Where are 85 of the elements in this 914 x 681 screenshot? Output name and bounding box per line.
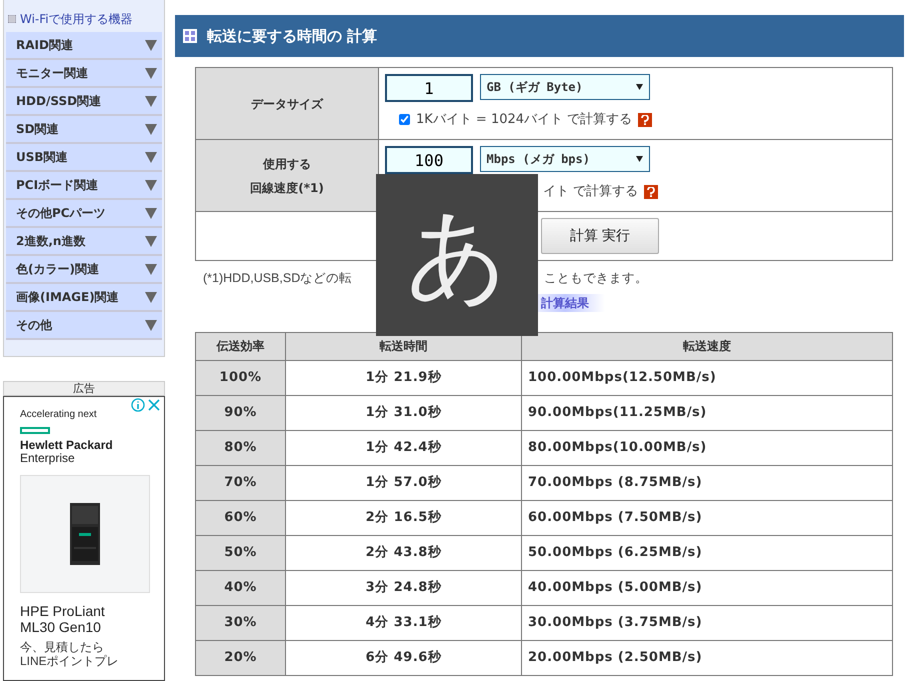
triangle-down-icon: [145, 180, 157, 190]
table-cell: 4分 33.1秒: [286, 605, 522, 640]
table-cell: 100%: [196, 360, 286, 396]
column-header: 転送速度: [522, 332, 892, 360]
triangle-down-icon: [145, 264, 157, 274]
caret-icon: [636, 156, 642, 162]
table-cell: 1分 42.4秒: [286, 430, 522, 466]
table-cell: 6分 49.6秒: [286, 640, 522, 676]
table-cell: 3分 24.8秒: [286, 570, 522, 606]
footnote: こともできます。: [544, 270, 648, 287]
table-cell: 60.00Mbps (7.50MB/s): [522, 500, 892, 536]
product-name: ML30 Gen10: [20, 619, 102, 635]
triangle-down-icon: [145, 292, 157, 302]
sidebar-item[interactable]: SD関連: [6, 116, 162, 144]
product-name: HPE ProLiant: [20, 603, 106, 619]
table-cell: 60%: [196, 500, 286, 536]
table-cell: 50.00Mbps (6.25MB/s): [522, 535, 892, 570]
size-field[interactable]: 1: [385, 74, 473, 102]
unit-dropdown[interactable]: GB (ギガ Byte): [480, 74, 650, 100]
sidebar-item[interactable]: 色(カラー)関連: [6, 256, 162, 284]
triangle-down-icon: [145, 236, 157, 246]
table-cell: 40%: [196, 570, 286, 606]
table-cell: 20.00Mbps (2.50MB/s): [522, 640, 892, 676]
field-label: 回線速度(*1): [249, 180, 325, 196]
brand-name: Enterprise: [20, 452, 76, 465]
table-cell: 70%: [196, 465, 286, 500]
speed-field[interactable]: 100: [385, 146, 473, 174]
table-cell: 80.00Mbps(10.00MB/s): [522, 430, 892, 466]
sidebar-item[interactable]: 画像(IMAGE)関連: [6, 284, 162, 312]
sidebar-item[interactable]: USB関連: [6, 144, 162, 172]
brand-name: Hewlett Packard: [20, 439, 114, 452]
table-cell: 30.00Mbps (3.75MB/s): [522, 605, 892, 640]
table-cell: 70.00Mbps (8.75MB/s): [522, 465, 892, 500]
triangle-down-icon: [145, 68, 157, 78]
field-label: 使用する: [262, 156, 312, 172]
table-cell: 40.00Mbps (5.00MB/s): [522, 570, 892, 606]
table-cell: 2分 16.5秒: [286, 500, 522, 536]
unit-dropdown[interactable]: Mbps (メガ bps): [480, 146, 650, 172]
page-title: 転送に要する時間の 計算: [207, 26, 378, 47]
table-cell: 90.00Mbps(11.25MB/s): [522, 395, 892, 430]
sidebar-item[interactable]: その他: [6, 312, 162, 340]
table-cell: 1分 21.9秒: [286, 360, 522, 396]
sidebar-item[interactable]: その他PCパーツ: [6, 200, 162, 228]
grid-icon: [183, 29, 197, 43]
triangle-down-icon: [145, 96, 157, 106]
table-cell: 50%: [196, 535, 286, 570]
table-cell: 90%: [196, 395, 286, 430]
checkbox-label[interactable]: イト で計算する: [543, 182, 638, 202]
triangle-down-icon: [145, 152, 157, 162]
sidebar-item[interactable]: 2進数,n進数: [6, 228, 162, 256]
info-icon[interactable]: [131, 398, 145, 412]
caret-icon: [636, 84, 642, 90]
sidebar-item[interactable]: PCIボード関連: [6, 172, 162, 200]
triangle-down-icon: [145, 320, 157, 330]
triangle-down-icon: [145, 40, 157, 50]
table-cell: 20%: [196, 640, 286, 676]
sidebar-item[interactable]: モニター関連: [6, 60, 162, 88]
run-button[interactable]: 計算 実行: [541, 218, 659, 254]
table-cell: 30%: [196, 605, 286, 640]
table-cell: 2分 43.8秒: [286, 535, 522, 570]
sidebar-item[interactable]: RAID関連: [6, 32, 162, 60]
grid-icon: [8, 15, 16, 23]
ad-label: 広告: [3, 381, 165, 396]
promo-text: 今、見積したらLINEポイントプレ: [20, 640, 120, 668]
help-icon[interactable]: [644, 184, 658, 199]
triangle-down-icon: [145, 124, 157, 134]
ad-panel[interactable]: Accelerating next Hewlett Packard Enterprise HPE ProLiant ML30 Gen10 今、見積したらLINEポイントプレ: [3, 396, 165, 681]
table-cell: 80%: [196, 430, 286, 466]
triangle-down-icon: [145, 208, 157, 218]
checkbox-label[interactable]: 1Kバイト = 1024バイト で計算する: [416, 110, 632, 130]
column-header: 転送時間: [286, 332, 522, 360]
sidebar-heading[interactable]: Wi-Fiで使用する機器: [20, 10, 133, 28]
close-icon[interactable]: [147, 398, 161, 412]
table-cell: 100.00Mbps(12.50MB/s): [522, 360, 892, 396]
logo-bar-icon: [20, 427, 50, 434]
ad-tagline: Accelerating next: [20, 408, 98, 422]
footnote: (*1)HDD,USB,SDなどの転: [203, 270, 354, 287]
checkbox[interactable]: [399, 114, 410, 126]
table-cell: 1分 31.0秒: [286, 395, 522, 430]
help-icon[interactable]: [638, 112, 652, 127]
field-label: データサイズ: [250, 96, 324, 112]
column-header: 伝送効率: [196, 332, 286, 360]
table-cell: 1分 57.0秒: [286, 465, 522, 500]
ime-indicator: あ: [376, 174, 538, 336]
sidebar-item[interactable]: HDD/SSD関連: [6, 88, 162, 116]
